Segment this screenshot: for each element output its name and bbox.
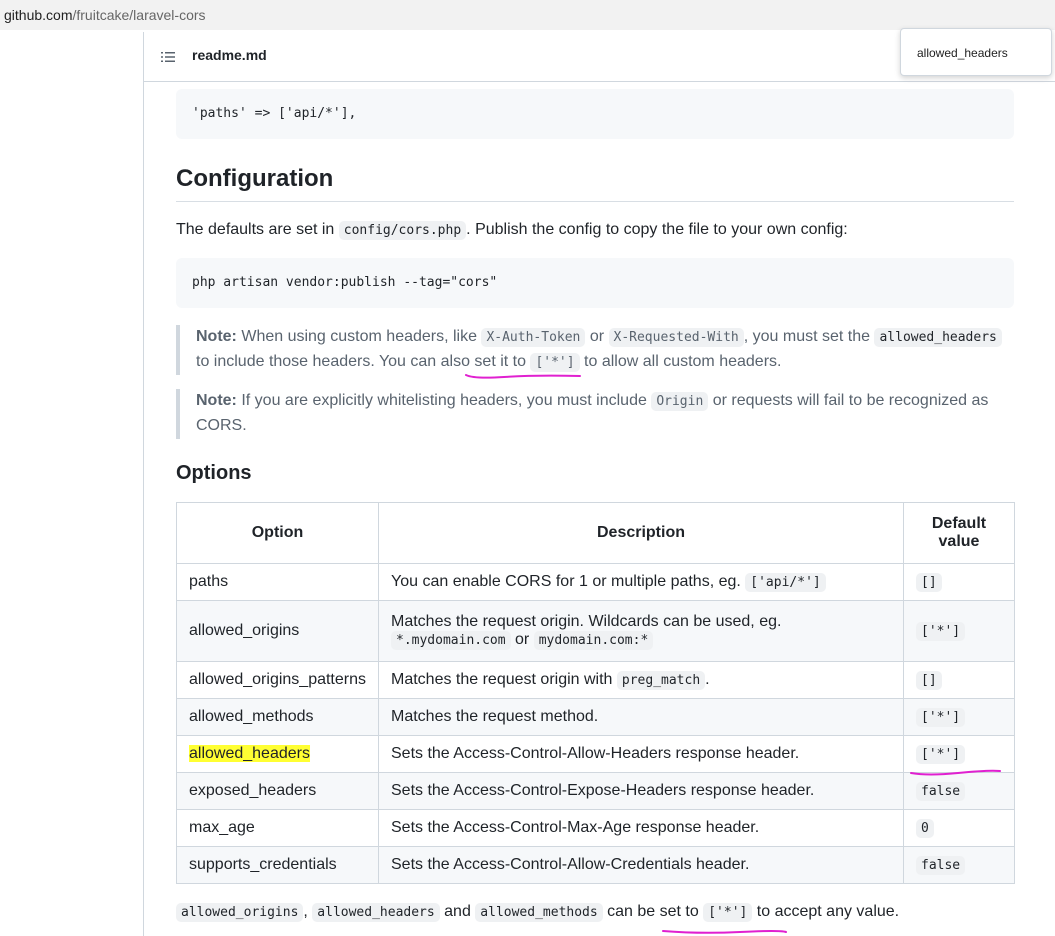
table-row: allowed_methods Matches the request meth… — [176, 698, 1015, 736]
bottom-text: and — [439, 903, 476, 920]
note-text: to allow all custom headers. — [579, 353, 782, 370]
default-code: ['*'] — [916, 622, 966, 641]
heading-divider — [176, 201, 1014, 202]
column-header-option: Option — [176, 502, 379, 564]
description-cell: Sets the Access-Control-Allow-Credential… — [378, 846, 904, 884]
table-row: paths You can enable CORS for 1 or multi… — [176, 563, 1015, 601]
note-text: or — [585, 328, 609, 345]
default-code: 0 — [916, 819, 934, 838]
option-cell: allowed_origins_patterns — [176, 661, 379, 699]
option-allowed-headers-highlight: allowed_headers — [189, 745, 310, 762]
default-cell: [] — [903, 661, 1015, 699]
bottom-text: to accept any value. — [752, 903, 900, 920]
column-header-default-line1: Default — [931, 515, 987, 532]
bottom-paragraph: allowed_origins, allowed_headers and all… — [176, 900, 899, 925]
readme-filename[interactable]: readme.md — [192, 47, 267, 63]
description-cell: You can enable CORS for 1 or multiple pa… — [378, 563, 904, 601]
code-allowed-headers-highlight: allowed_headers — [312, 903, 440, 922]
column-header-default-line2: value — [938, 533, 980, 550]
column-header-default: Default value — [903, 502, 1015, 564]
description-text: Matches the request origin. Wildcards ca… — [391, 613, 782, 630]
code-x-requested-with: X-Requested-With — [608, 328, 744, 347]
find-popup[interactable]: allowed_headers — [900, 28, 1052, 76]
description-cell: Matches the request origin with preg_mat… — [378, 661, 904, 699]
code-allowed-origins: allowed_origins — [176, 903, 304, 922]
heading-options: Options — [176, 462, 252, 484]
default-cell: 0 — [903, 809, 1015, 847]
table-row: allowed_headers Sets the Access-Control-… — [176, 735, 1015, 773]
bottom-text: can be set to — [602, 903, 704, 920]
description-cell: Sets the Access-Control-Allow-Headers re… — [378, 735, 904, 773]
note-text: If you are explicitly whitelisting heade… — [236, 392, 652, 409]
annotation-underline-table — [910, 769, 1001, 776]
option-cell: allowed_headers — [176, 735, 379, 773]
defaults-text-post: . Publish the config to copy the file to… — [466, 221, 848, 238]
description-code: ['api/*'] — [745, 573, 826, 592]
description-text: or — [510, 631, 534, 648]
code-block-paths: 'paths' => ['api/*'], — [176, 89, 1014, 139]
defaults-text-pre: The defaults are set in — [176, 221, 339, 238]
note-text: or requests will fail to be recognized a… — [708, 392, 989, 409]
file-box-border — [143, 32, 144, 936]
heading-configuration: Configuration — [176, 165, 334, 192]
default-cell: ['*'] — [903, 600, 1015, 662]
option-cell: exposed_headers — [176, 772, 379, 810]
url-path: /fruitcake/laravel-cors — [72, 7, 206, 23]
option-cell: allowed_origins — [176, 600, 379, 662]
note-text: to include those headers. You can also s… — [196, 353, 531, 370]
note-whitelisting: Note: If you are explicitly whitelisting… — [176, 389, 1014, 439]
default-code: [] — [916, 573, 942, 592]
code-wildcard: ['*'] — [703, 903, 753, 922]
default-code: [] — [916, 671, 942, 690]
column-header-description: Description — [378, 502, 904, 564]
table-row: max_age Sets the Access-Control-Max-Age … — [176, 809, 1015, 847]
default-cell: ['*'] — [903, 698, 1015, 736]
note-text: CORS. — [196, 417, 247, 434]
description-code: mydomain.com:* — [533, 631, 654, 650]
option-cell: max_age — [176, 809, 379, 847]
defaults-paragraph: The defaults are set in config/cors.php.… — [176, 218, 848, 243]
description-cell: Matches the request method. — [378, 698, 904, 736]
code-allowed-methods: allowed_methods — [475, 903, 603, 922]
option-cell: allowed_methods — [176, 698, 379, 736]
description-code: preg_match — [616, 671, 706, 690]
default-code: false — [916, 782, 966, 801]
list-icon[interactable] — [160, 49, 176, 65]
default-cell: false — [903, 846, 1015, 884]
default-code: false — [916, 856, 966, 875]
default-code: ['*'] — [916, 708, 966, 727]
url-domain: github.com — [4, 7, 73, 23]
table-row: exposed_headers Sets the Access-Control-… — [176, 772, 1015, 810]
address-bar[interactable]: github.com/fruitcake/laravel-cors — [0, 0, 1055, 30]
default-cell: false — [903, 772, 1015, 810]
note-label: Note: — [196, 392, 237, 409]
config-file-code: config/cors.php — [338, 221, 467, 240]
option-cell: paths — [176, 563, 379, 601]
description-cell: Matches the request origin. Wildcards ca… — [378, 600, 904, 662]
option-cell: supports_credentials — [176, 846, 379, 884]
description-text: You can enable CORS for 1 or multiple pa… — [391, 573, 746, 590]
default-cell: [] — [903, 563, 1015, 601]
table-row: supports_credentials Sets the Access-Con… — [176, 846, 1015, 884]
table-row: allowed_origins Matches the request orig… — [176, 600, 1015, 662]
note-label: Note: — [196, 328, 237, 345]
code-x-auth-token: X-Auth-Token — [481, 328, 586, 347]
description-cell: Sets the Access-Control-Max-Age response… — [378, 809, 904, 847]
table-row: allowed_origins_patterns Matches the req… — [176, 661, 1015, 699]
default-code: ['*'] — [916, 745, 966, 764]
bottom-text: , — [303, 903, 313, 920]
description-cell: Sets the Access-Control-Expose-Headers r… — [378, 772, 904, 810]
note-text: When using custom headers, like — [236, 328, 482, 345]
code-origin: Origin — [651, 392, 709, 411]
note-text: , you must set the — [743, 328, 875, 345]
description-text: . — [705, 671, 710, 688]
description-code: *.mydomain.com — [391, 631, 511, 650]
options-table: Option Description Default value paths Yo… — [176, 502, 1015, 884]
code-block-publish: php artisan vendor:publish --tag="cors" — [176, 258, 1014, 308]
annotation-underline-bottom — [662, 930, 787, 934]
code-allowed-headers-highlight: allowed_headers — [874, 328, 1002, 347]
description-text: Matches the request origin with — [391, 671, 617, 688]
note-custom-headers: Note: When using custom headers, like X-… — [176, 325, 1014, 375]
annotation-underline-note — [465, 374, 581, 379]
